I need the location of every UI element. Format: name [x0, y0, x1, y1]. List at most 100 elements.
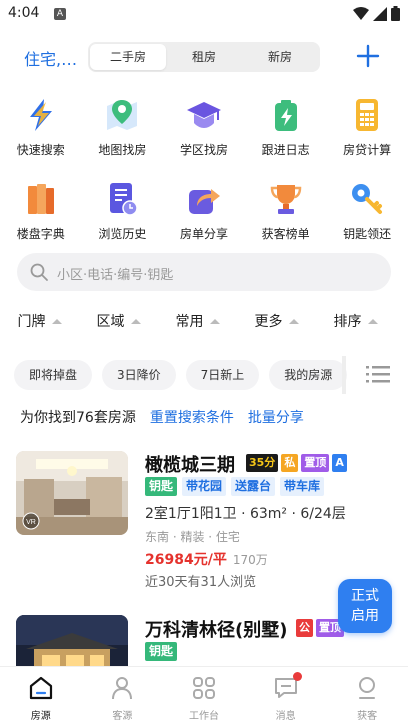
- feature-building-dictionary[interactable]: 楼盘字典: [0, 176, 82, 260]
- grade-badge: A: [332, 454, 347, 472]
- feature-label: 房贷计算: [343, 143, 392, 157]
- unread-dot: [292, 672, 302, 681]
- activate-floating-button[interactable]: 正式 启用: [338, 579, 392, 633]
- pinned-badge: 置顶: [301, 454, 330, 472]
- chip-my-listings[interactable]: 我的房源: [269, 360, 348, 390]
- tab-acquisition[interactable]: 获客: [326, 667, 408, 727]
- history-document-icon: [110, 183, 139, 216]
- listing-photo: [16, 615, 128, 666]
- tab-messages[interactable]: 消息: [245, 667, 327, 727]
- public-badge: 公: [296, 619, 313, 637]
- caret-up-icon: [130, 318, 141, 324]
- wifi-icon: [353, 6, 369, 20]
- chips-divider: [342, 356, 346, 394]
- listing-photo: VR: [16, 451, 128, 535]
- feature-school-search[interactable]: 学区找房: [163, 92, 245, 176]
- tag-key: 钥匙: [145, 477, 178, 496]
- add-icon[interactable]: [354, 42, 382, 70]
- chip-7day-new[interactable]: 7日新上: [185, 360, 260, 390]
- filter-bar: 门牌 区域 常用 更多 排序: [0, 306, 408, 336]
- result-count: 为你找到76套房源: [20, 410, 136, 426]
- feature-label: 浏览历史: [98, 227, 147, 241]
- feature-label: 跟进日志: [261, 143, 310, 157]
- status-bar: 4:04 A: [0, 0, 408, 30]
- signal-icon: [373, 6, 387, 21]
- feature-follow-log[interactable]: 跟进日志: [245, 92, 327, 176]
- tab-listings[interactable]: 房源: [0, 667, 82, 727]
- feature-label: 钥匙领还: [343, 227, 392, 241]
- feature-grid: 快速搜索 地图找房 学区找房 跟进日志 房贷计算 楼盘字典 浏览历史 房单分享 …: [0, 92, 408, 260]
- person-icon: [112, 677, 133, 700]
- tag-item: 带车库: [280, 477, 325, 496]
- caret-up-icon: [209, 318, 220, 324]
- calculator-icon: [356, 99, 379, 131]
- listing-tags: 钥匙 带花园 送露台 带车库: [145, 477, 325, 496]
- tab-label: 消息: [275, 711, 296, 722]
- caret-up-icon: [367, 318, 378, 324]
- feature-listing-share[interactable]: 房单分享: [163, 176, 245, 260]
- filter-area[interactable]: 区域: [79, 306, 158, 336]
- house-type-segmented-control: 二手房 租房 新房: [88, 42, 320, 72]
- segment-rent[interactable]: 租房: [166, 44, 242, 70]
- feature-map-search[interactable]: 地图找房: [82, 92, 164, 176]
- list-view-icon[interactable]: [366, 364, 390, 384]
- filter-door-number[interactable]: 门牌: [0, 306, 79, 336]
- tag-item: 带花园: [182, 477, 227, 496]
- feature-mortgage-calc[interactable]: 房贷计算: [326, 92, 408, 176]
- city-selector[interactable]: 住宅,…: [24, 46, 77, 70]
- trophy-icon: [270, 185, 301, 214]
- filter-more[interactable]: 更多: [237, 306, 316, 336]
- status-icons: [353, 6, 400, 21]
- tab-label: 房源: [30, 711, 51, 722]
- feature-quick-search[interactable]: 快速搜索: [0, 92, 82, 176]
- score-badge: 35分: [246, 454, 279, 472]
- map-pin-icon: [107, 100, 138, 130]
- filter-common[interactable]: 常用: [158, 306, 237, 336]
- lightning-icon: [29, 99, 52, 131]
- listing-badges: 公 置顶: [296, 619, 344, 637]
- quick-filter-chips: 即将掉盘 3日降价 7日新上 我的房源: [14, 360, 348, 390]
- feature-label: 获客榜单: [261, 227, 310, 241]
- feature-label: 快速搜索: [16, 143, 65, 157]
- listing-meta: 东南 · 精装 · 住宅: [145, 530, 240, 544]
- filter-sort[interactable]: 排序: [316, 306, 395, 336]
- chip-3day-price-drop[interactable]: 3日降价: [102, 360, 176, 390]
- notification-icon: A: [54, 8, 66, 20]
- batch-share-link[interactable]: 批量分享: [248, 407, 304, 427]
- reset-search-link[interactable]: 重置搜索条件: [150, 407, 234, 427]
- feature-label: 楼盘字典: [16, 227, 65, 241]
- feature-key-management[interactable]: 钥匙领还: [326, 176, 408, 260]
- listing-title: 橄榄城三期: [145, 455, 235, 476]
- vr-icon: VR: [22, 512, 40, 530]
- result-summary-line: 为你找到76套房源 重置搜索条件 批量分享: [20, 407, 304, 427]
- listing-price: 26984元/平 170万: [145, 549, 268, 569]
- chat-icon-wrap: [273, 672, 302, 701]
- segment-new-house[interactable]: 新房: [242, 44, 318, 70]
- svg-text:VR: VR: [26, 519, 36, 526]
- graduation-cap-icon: [186, 102, 221, 128]
- feature-acquisition-ranking[interactable]: 获客榜单: [245, 176, 327, 260]
- segment-second-hand[interactable]: 二手房: [90, 44, 166, 70]
- listing-specs: 2室1厅1阳1卫 · 63m² · 6/24层: [145, 506, 346, 522]
- search-input[interactable]: 小区·电话·编号·钥匙: [17, 253, 391, 291]
- tab-workbench[interactable]: 工作台: [163, 667, 245, 727]
- feature-browse-history[interactable]: 浏览历史: [82, 176, 164, 260]
- tab-clients[interactable]: 客源: [82, 667, 164, 727]
- listing-tags: 钥匙: [145, 642, 178, 661]
- key-icon: [352, 184, 383, 214]
- listing-card[interactable]: VR 橄榄城三期 35分 私 置顶 A 钥匙 带花园 送露台 带车库 2室1厅1…: [0, 446, 408, 596]
- feature-label: 学区找房: [179, 143, 228, 157]
- listing-title: 万科清林径(别墅): [145, 620, 288, 641]
- share-arrow-icon: [188, 189, 220, 214]
- house-icon: [29, 676, 52, 700]
- listing-badges: 35分 私 置顶 A: [246, 454, 347, 472]
- chip-about-to-drop[interactable]: 即将掉盘: [14, 360, 93, 390]
- tab-label: 客源: [112, 711, 133, 722]
- battery-icon: [391, 6, 400, 21]
- grid-icon: [192, 677, 215, 699]
- search-icon: [30, 263, 48, 281]
- bottom-tab-bar: 房源 客源 工作台 消息 获客: [0, 666, 408, 727]
- caret-up-icon: [288, 318, 299, 324]
- tab-label: 工作台: [188, 711, 219, 722]
- caret-up-icon: [51, 318, 62, 324]
